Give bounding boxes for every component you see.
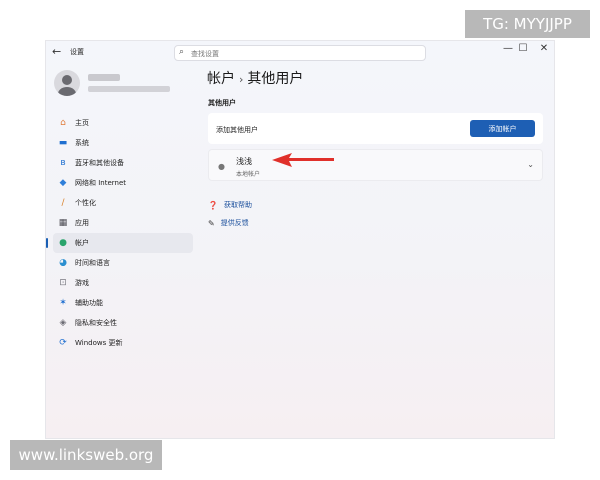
sidebar-item-label: 游戏: [75, 279, 89, 287]
get-help-label: 获取帮助: [223, 201, 252, 209]
person-icon: ●: [218, 162, 225, 171]
gamepad-icon: ⊡: [59, 278, 67, 288]
add-user-label: 添加其他用户: [216, 126, 258, 134]
brush-icon: ∕: [61, 198, 65, 208]
sidebar-item-2[interactable]: ʙ 蓝牙和其他设备: [53, 153, 193, 173]
telegram-watermark: TG: MYYJJPP: [465, 10, 590, 38]
user-name: 浅浅: [236, 157, 252, 166]
accessibility-icon: ✶: [59, 298, 67, 308]
search-icon: ⌕: [179, 47, 185, 57]
app-title: 设置: [70, 48, 84, 56]
page-title: 其他用户: [247, 71, 304, 87]
add-account-button[interactable]: 添加帐户: [470, 120, 535, 137]
feedback-link[interactable]: ✎ 提供反馈: [208, 218, 249, 228]
get-help-link[interactable]: ❓ 获取帮助: [208, 200, 252, 210]
site-watermark: www.linksweb.org: [10, 440, 162, 470]
sidebar-item-label: 主页: [75, 119, 89, 127]
maximize-button[interactable]: ☐: [516, 43, 530, 54]
help-icon: ❓: [208, 200, 218, 210]
sidebar-nav: ⌂ 主页 ▬ 系统 ʙ 蓝牙和其他设备 ◆ 网络和 Internet ∕ 个性化 ▦ 应用 ● 帐户 ◕ 时间…: [46, 113, 193, 353]
search-placeholder: 查找设置: [191, 50, 219, 58]
home-icon: ⌂: [60, 118, 66, 128]
settings-window: ← 设置 ⌕ 查找设置 — ☐ ✕ ⌂ 主页 ▬ 系统 ʙ 蓝牙和其他设备 ◆ 网络和 Int…: [45, 40, 555, 439]
bluetooth-icon: ʙ: [60, 158, 66, 168]
sidebar-item-label: 网络和 Internet: [75, 179, 127, 187]
breadcrumb: 帐户 › 其他用户: [207, 68, 303, 88]
feedback-icon: ✎: [208, 218, 215, 228]
sidebar-item-label: 系统: [75, 139, 89, 147]
breadcrumb-separator: ›: [239, 73, 244, 86]
search-input[interactable]: ⌕ 查找设置: [174, 45, 426, 61]
user-row[interactable]: ● 浅浅 本地帐户 ⌄: [208, 149, 543, 181]
sidebar-item-1[interactable]: ▬ 系统: [53, 133, 193, 153]
sidebar-item-0[interactable]: ⌂ 主页: [53, 113, 193, 133]
sidebar-item-label: 个性化: [75, 199, 96, 207]
sidebar-item-4[interactable]: ∕ 个性化: [53, 193, 193, 213]
sidebar-item-6[interactable]: ● 帐户: [46, 233, 193, 253]
wifi-icon: ◆: [59, 178, 67, 188]
chevron-down-icon[interactable]: ⌄: [527, 160, 534, 169]
sidebar-item-5[interactable]: ▦ 应用: [53, 213, 193, 233]
sidebar-item-9[interactable]: ✶ 辅助功能: [53, 293, 193, 313]
feedback-label: 提供反馈: [220, 219, 249, 227]
sidebar-item-label: 隐私和安全性: [75, 319, 117, 327]
sidebar-item-label: 蓝牙和其他设备: [75, 159, 124, 167]
back-button[interactable]: ←: [52, 45, 61, 58]
update-icon: ⟳: [59, 338, 67, 348]
user-type: 本地帐户: [236, 171, 261, 178]
monitor-icon: ▬: [58, 138, 68, 148]
section-title: 其他用户: [208, 99, 236, 107]
avatar[interactable]: [54, 70, 80, 96]
sidebar-item-3[interactable]: ◆ 网络和 Internet: [53, 173, 193, 193]
sidebar-item-10[interactable]: ◈ 隐私和安全性: [53, 313, 193, 333]
account-icon: ●: [59, 238, 67, 248]
apps-icon: ▦: [58, 218, 68, 228]
globe-icon: ◕: [59, 258, 67, 268]
arrow-shape: [272, 153, 334, 167]
title-bar: ← 设置 ⌕ 查找设置 — ☐ ✕: [46, 41, 554, 65]
sidebar-item-7[interactable]: ◕ 时间和语言: [53, 253, 193, 273]
minimize-button[interactable]: —: [501, 43, 515, 54]
profile-email-redacted: [88, 86, 170, 92]
red-arrow-annotation: [272, 153, 334, 167]
breadcrumb-parent[interactable]: 帐户: [207, 71, 235, 87]
sidebar-item-label: Windows 更新: [75, 339, 123, 347]
sidebar-item-label: 时间和语言: [75, 259, 110, 267]
add-user-card: 添加其他用户 添加帐户: [208, 113, 543, 144]
shield-icon: ◈: [59, 318, 67, 328]
sidebar-item-label: 帐户: [75, 239, 89, 247]
sidebar-item-8[interactable]: ⊡ 游戏: [53, 273, 193, 293]
sidebar-item-11[interactable]: ⟳ Windows 更新: [53, 333, 193, 353]
profile-name-redacted: [88, 74, 120, 81]
sidebar-item-label: 应用: [75, 219, 89, 227]
sidebar-item-label: 辅助功能: [75, 299, 103, 307]
close-button[interactable]: ✕: [537, 43, 551, 54]
